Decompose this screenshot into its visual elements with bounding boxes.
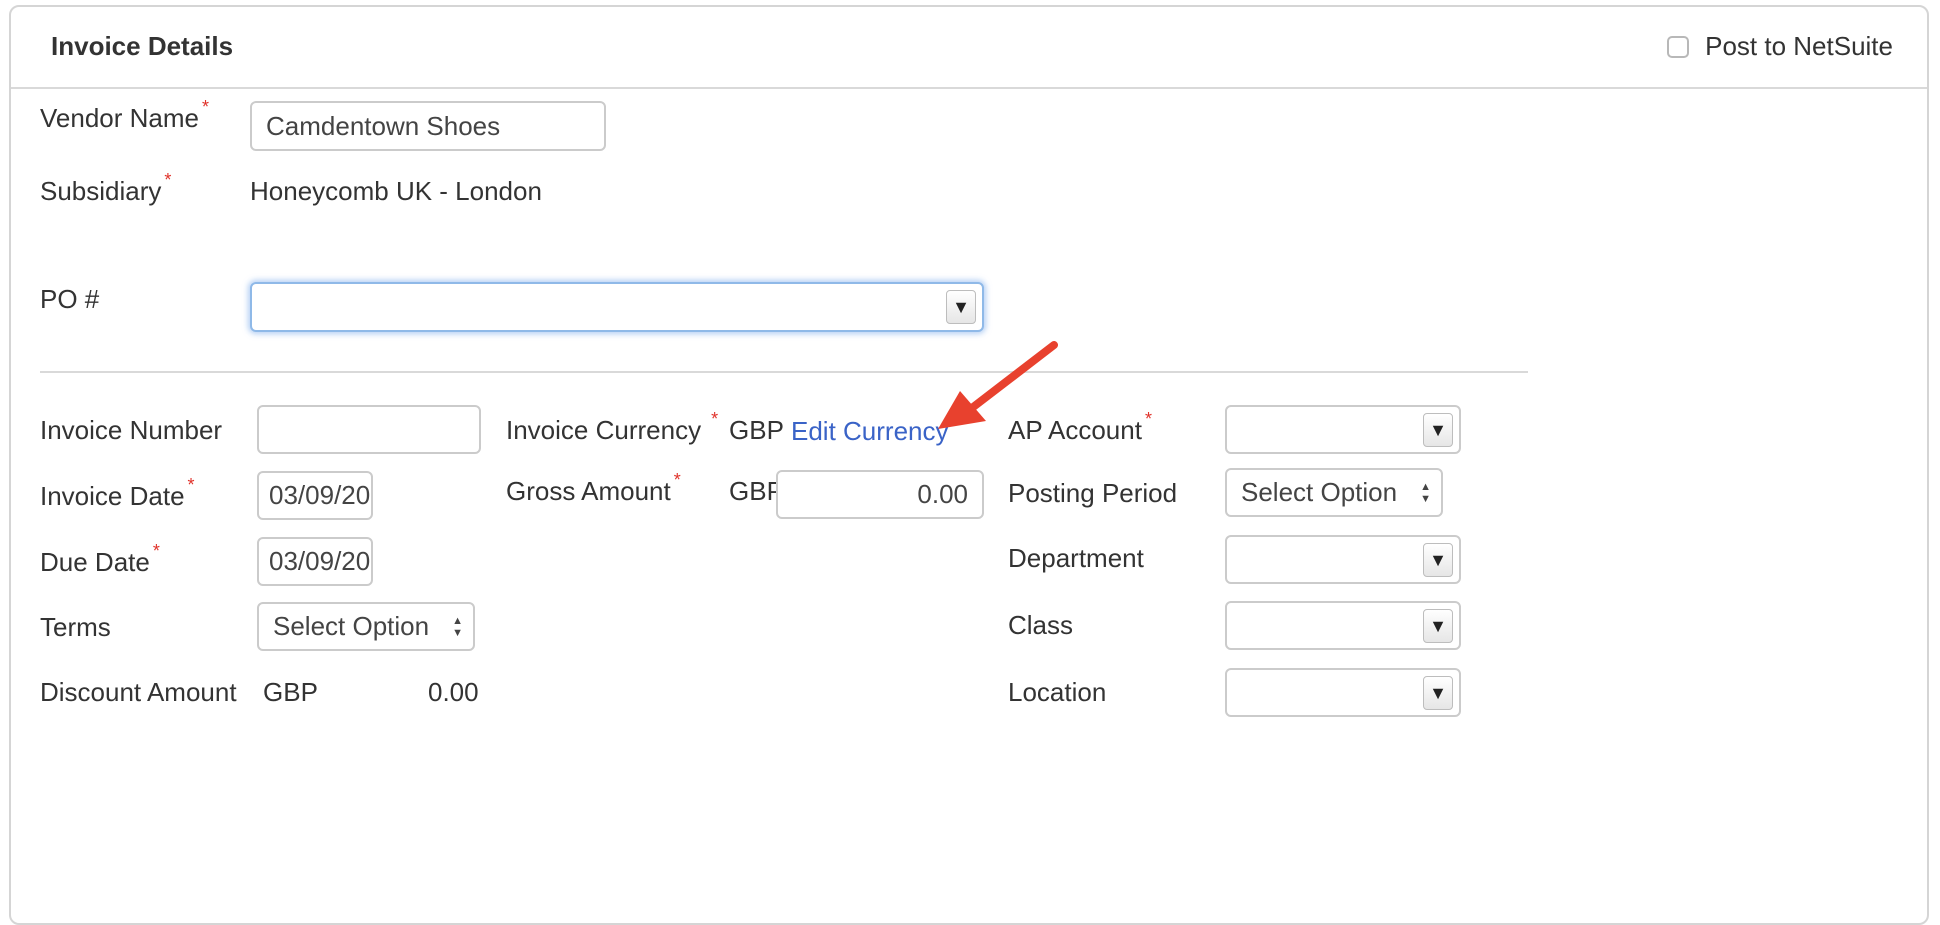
terms-label: Terms bbox=[40, 612, 111, 643]
panel-header: Invoice Details Post to NetSuite bbox=[11, 7, 1927, 89]
vendor-name-label: Vendor Name * bbox=[40, 97, 209, 134]
subsidiary-label-text: Subsidiary bbox=[40, 176, 162, 206]
chevron-down-icon[interactable]: ▼ bbox=[1423, 608, 1453, 643]
po-number-dropdown[interactable]: ▼ bbox=[250, 282, 984, 332]
required-marker: * bbox=[201, 97, 209, 117]
chevron-down-icon[interactable]: ▼ bbox=[1423, 675, 1453, 710]
arrow-up-icon: ▲ bbox=[452, 614, 463, 627]
required-marker: * bbox=[673, 470, 681, 490]
invoice-date-label: Invoice Date * bbox=[40, 475, 195, 512]
required-marker: * bbox=[164, 170, 172, 190]
class-label: Class bbox=[1008, 610, 1073, 641]
arrow-down-icon: ▼ bbox=[452, 626, 463, 639]
invoice-number-label-text: Invoice Number bbox=[40, 415, 223, 445]
select-arrows-icon: ▲ ▼ bbox=[1420, 481, 1431, 505]
required-marker: * bbox=[1144, 409, 1152, 429]
invoice-date-label-text: Invoice Date bbox=[40, 481, 185, 511]
select-arrows-icon: ▲ ▼ bbox=[452, 615, 463, 639]
department-dropdown[interactable]: ▼ bbox=[1225, 535, 1461, 584]
due-date-input[interactable]: 03/09/20 bbox=[257, 537, 373, 586]
required-marker: * bbox=[152, 541, 160, 561]
invoice-currency-value: GBP bbox=[729, 415, 784, 445]
class-label-text: Class bbox=[1008, 610, 1074, 640]
gross-amount-label: Gross Amount * bbox=[506, 470, 681, 507]
class-dropdown[interactable]: ▼ bbox=[1225, 601, 1461, 650]
department-label: Department bbox=[1008, 543, 1144, 574]
arrow-down-icon: ▼ bbox=[1420, 492, 1431, 505]
ap-account-label-text: AP Account bbox=[1008, 415, 1142, 445]
required-marker: * bbox=[187, 475, 195, 495]
arrow-up-icon: ▲ bbox=[1420, 480, 1431, 493]
subsidiary-value: Honeycomb UK - London bbox=[250, 176, 542, 206]
gross-amount-value: 0.00 bbox=[917, 479, 968, 509]
posting-period-label: Posting Period bbox=[1008, 478, 1177, 509]
posting-period-select[interactable]: Select Option ▲ ▼ bbox=[1225, 468, 1443, 517]
due-date-label: Due Date * bbox=[40, 541, 160, 578]
location-label-text: Location bbox=[1008, 677, 1107, 707]
gross-amount-input[interactable]: 0.00 bbox=[776, 470, 984, 519]
due-date-label-text: Due Date bbox=[40, 547, 150, 577]
gross-amount-label-text: Gross Amount bbox=[506, 476, 671, 506]
chevron-down-icon[interactable]: ▼ bbox=[1423, 412, 1453, 447]
invoice-number-label: Invoice Number bbox=[40, 415, 222, 446]
invoice-currency-label: Invoice Currency * bbox=[506, 409, 718, 446]
post-to-netsuite-label: Post to NetSuite bbox=[1705, 31, 1893, 61]
posting-period-value: Select Option bbox=[1241, 477, 1398, 507]
section-divider bbox=[40, 371, 1528, 373]
vendor-name-input[interactable]: Camdentown Shoes bbox=[250, 101, 606, 151]
invoice-currency-label-text: Invoice Currency bbox=[506, 415, 702, 445]
discount-amount-value: 0.00 bbox=[428, 677, 479, 707]
terms-value: Select Option bbox=[273, 611, 430, 641]
location-label: Location bbox=[1008, 677, 1106, 708]
ap-account-label: AP Account * bbox=[1008, 409, 1152, 446]
po-number-label-text: PO # bbox=[40, 284, 100, 314]
discount-currency: GBP bbox=[263, 677, 318, 707]
posting-period-label-text: Posting Period bbox=[1008, 478, 1178, 508]
vendor-name-value: Camdentown Shoes bbox=[266, 110, 501, 141]
terms-label-text: Terms bbox=[40, 612, 111, 642]
discount-amount-label: Discount Amount bbox=[40, 677, 237, 708]
vendor-name-label-text: Vendor Name bbox=[40, 103, 199, 133]
post-to-netsuite-toggle[interactable]: Post to NetSuite bbox=[1667, 31, 1893, 62]
po-number-label: PO # bbox=[40, 284, 99, 315]
chevron-down-icon[interactable]: ▼ bbox=[946, 290, 976, 324]
post-to-netsuite-checkbox[interactable] bbox=[1667, 35, 1690, 58]
required-marker: * bbox=[711, 409, 719, 429]
department-label-text: Department bbox=[1008, 543, 1144, 573]
chevron-down-icon[interactable]: ▼ bbox=[1423, 542, 1453, 577]
discount-amount-label-text: Discount Amount bbox=[40, 677, 237, 707]
ap-account-dropdown[interactable]: ▼ bbox=[1225, 405, 1461, 454]
invoice-number-input[interactable] bbox=[257, 405, 481, 454]
location-dropdown[interactable]: ▼ bbox=[1225, 668, 1461, 717]
subsidiary-label: Subsidiary * bbox=[40, 170, 171, 207]
due-date-value: 03/09/20 bbox=[269, 546, 371, 576]
invoice-date-input[interactable]: 03/09/20 bbox=[257, 471, 373, 520]
invoice-date-value: 03/09/20 bbox=[269, 480, 371, 510]
edit-currency-link[interactable]: Edit Currency bbox=[791, 416, 949, 447]
terms-select[interactable]: Select Option ▲ ▼ bbox=[257, 602, 475, 651]
panel-title: Invoice Details bbox=[51, 31, 234, 61]
